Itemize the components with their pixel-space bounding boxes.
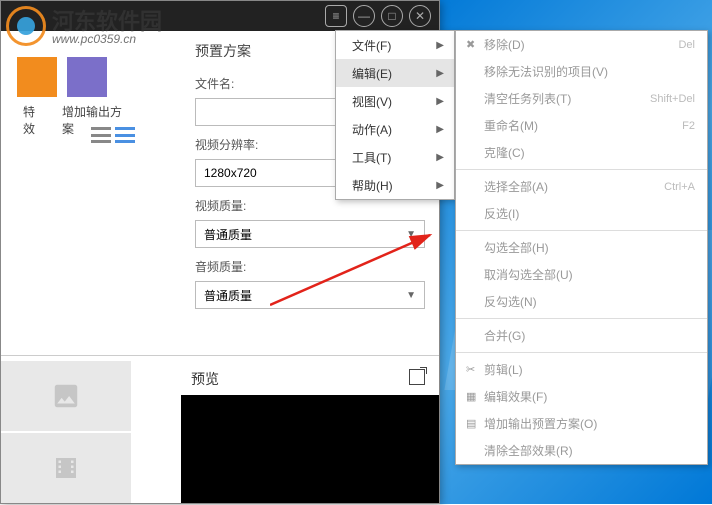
submenu-item[interactable]: ✂剪辑(L) bbox=[456, 356, 707, 383]
submenu-item-label: 增加输出预置方案(O) bbox=[484, 415, 695, 432]
chevron-down-icon: ▼ bbox=[406, 290, 416, 301]
submenu-item[interactable]: 合并(G) bbox=[456, 322, 707, 349]
chevron-down-icon: ▼ bbox=[406, 229, 416, 240]
submenu-item[interactable]: ▦编辑效果(F) bbox=[456, 383, 707, 410]
preview-box bbox=[181, 395, 439, 503]
menu-separator bbox=[456, 318, 707, 319]
audio-quality-label: 音频质量: bbox=[195, 258, 425, 275]
submenu-arrow-icon: ▶ bbox=[436, 152, 444, 163]
submenu-arrow-icon: ▶ bbox=[436, 96, 444, 107]
preview-label: 预览 bbox=[191, 369, 219, 389]
add-output-icon[interactable] bbox=[67, 57, 107, 97]
submenu-arrow-icon: ▶ bbox=[436, 68, 444, 79]
menu-item[interactable]: 文件(F) ▶ bbox=[336, 31, 454, 59]
view-mode-toggle bbox=[91, 127, 135, 143]
effects-tab-label[interactable]: 特效 bbox=[23, 103, 44, 137]
main-menu: 文件(F) ▶ 编辑(E) ▶ 视图(V) ▶ 动作(A) ▶ 工具(T) ▶ 帮助(H) ▶ bbox=[335, 30, 455, 200]
submenu-item[interactable]: ▤增加输出预置方案(O) bbox=[456, 410, 707, 437]
submenu-item[interactable]: 反勾选(N) bbox=[456, 288, 707, 315]
submenu-item-shortcut: Shift+Del bbox=[650, 93, 695, 105]
maximize-button[interactable]: □ bbox=[381, 5, 403, 27]
menu-item-label: 编辑(E) bbox=[352, 65, 392, 82]
menu-item[interactable]: 编辑(E) ▶ bbox=[336, 59, 454, 87]
submenu-item[interactable]: 选择全部(A)Ctrl+A bbox=[456, 173, 707, 200]
submenu-item-label: 移除(D) bbox=[484, 36, 678, 53]
video-quality-value: 普通质量 bbox=[204, 226, 252, 243]
menu-item-label: 工具(T) bbox=[352, 149, 391, 166]
submenu-item-label: 清除全部效果(R) bbox=[484, 442, 695, 459]
submenu-item-shortcut: Ctrl+A bbox=[664, 181, 695, 193]
minimize-button[interactable]: — bbox=[353, 5, 375, 27]
submenu-item-shortcut: Del bbox=[678, 39, 695, 51]
edit-submenu: ✖移除(D)Del移除无法识别的项目(V)清空任务列表(T)Shift+Del重… bbox=[455, 30, 708, 465]
video-quality-select[interactable]: 普通质量 ▼ bbox=[195, 220, 425, 248]
submenu-item-label: 剪辑(L) bbox=[484, 361, 695, 378]
menu-separator bbox=[456, 352, 707, 353]
close-button[interactable]: ✕ bbox=[409, 5, 431, 27]
submenu-item-shortcut: F2 bbox=[682, 120, 695, 132]
submenu-item[interactable]: 克隆(C) bbox=[456, 139, 707, 166]
menu-button[interactable]: ≡ bbox=[325, 5, 347, 27]
submenu-item-icon: ✖ bbox=[466, 38, 484, 51]
submenu-item-label: 克隆(C) bbox=[484, 144, 695, 161]
submenu-item-label: 选择全部(A) bbox=[484, 178, 664, 195]
menu-item[interactable]: 动作(A) ▶ bbox=[336, 115, 454, 143]
effects-icon[interactable] bbox=[17, 57, 57, 97]
submenu-item-icon: ▦ bbox=[466, 390, 484, 403]
submenu-item-label: 反选(I) bbox=[484, 205, 695, 222]
submenu-item[interactable]: 清除全部效果(R) bbox=[456, 437, 707, 464]
submenu-item-label: 反勾选(N) bbox=[484, 293, 695, 310]
audio-quality-value: 普通质量 bbox=[204, 287, 252, 304]
submenu-item[interactable]: 重命名(M)F2 bbox=[456, 112, 707, 139]
submenu-item-label: 清空任务列表(T) bbox=[484, 90, 650, 107]
menu-item[interactable]: 帮助(H) ▶ bbox=[336, 171, 454, 199]
submenu-item[interactable]: 移除无法识别的项目(V) bbox=[456, 58, 707, 85]
menu-item-label: 帮助(H) bbox=[352, 177, 393, 194]
submenu-item-label: 重命名(M) bbox=[484, 117, 682, 134]
divider bbox=[1, 355, 439, 356]
submenu-item-icon: ✂ bbox=[466, 363, 484, 376]
submenu-item-label: 合并(G) bbox=[484, 327, 695, 344]
expand-icon[interactable] bbox=[409, 369, 425, 385]
titlebar: ≡ — □ ✕ bbox=[1, 1, 439, 31]
submenu-item-label: 取消勾选全部(U) bbox=[484, 266, 695, 283]
menu-item[interactable]: 视图(V) ▶ bbox=[336, 87, 454, 115]
grid-view-icon[interactable] bbox=[115, 127, 135, 143]
submenu-item[interactable]: ✖移除(D)Del bbox=[456, 31, 707, 58]
thumbnail-placeholder bbox=[1, 433, 131, 503]
submenu-item[interactable]: 清空任务列表(T)Shift+Del bbox=[456, 85, 707, 112]
submenu-arrow-icon: ▶ bbox=[436, 40, 444, 51]
submenu-item-label: 编辑效果(F) bbox=[484, 388, 695, 405]
audio-quality-select[interactable]: 普通质量 ▼ bbox=[195, 281, 425, 309]
submenu-item[interactable]: 反选(I) bbox=[456, 200, 707, 227]
thumbnail-placeholder bbox=[1, 361, 131, 431]
submenu-item[interactable]: 勾选全部(H) bbox=[456, 234, 707, 261]
resolution-value: 1280x720 bbox=[204, 166, 257, 180]
thumbnail-list bbox=[1, 361, 133, 505]
menu-item[interactable]: 工具(T) ▶ bbox=[336, 143, 454, 171]
menu-item-label: 视图(V) bbox=[352, 93, 392, 110]
list-view-icon[interactable] bbox=[91, 127, 111, 143]
menu-separator bbox=[456, 169, 707, 170]
submenu-arrow-icon: ▶ bbox=[436, 124, 444, 135]
submenu-arrow-icon: ▶ bbox=[436, 180, 444, 191]
menu-separator bbox=[456, 230, 707, 231]
menu-item-label: 文件(F) bbox=[352, 37, 391, 54]
submenu-item-label: 移除无法识别的项目(V) bbox=[484, 63, 695, 80]
submenu-item-label: 勾选全部(H) bbox=[484, 239, 695, 256]
submenu-item-icon: ▤ bbox=[466, 417, 484, 430]
menu-item-label: 动作(A) bbox=[352, 121, 392, 138]
submenu-item[interactable]: 取消勾选全部(U) bbox=[456, 261, 707, 288]
